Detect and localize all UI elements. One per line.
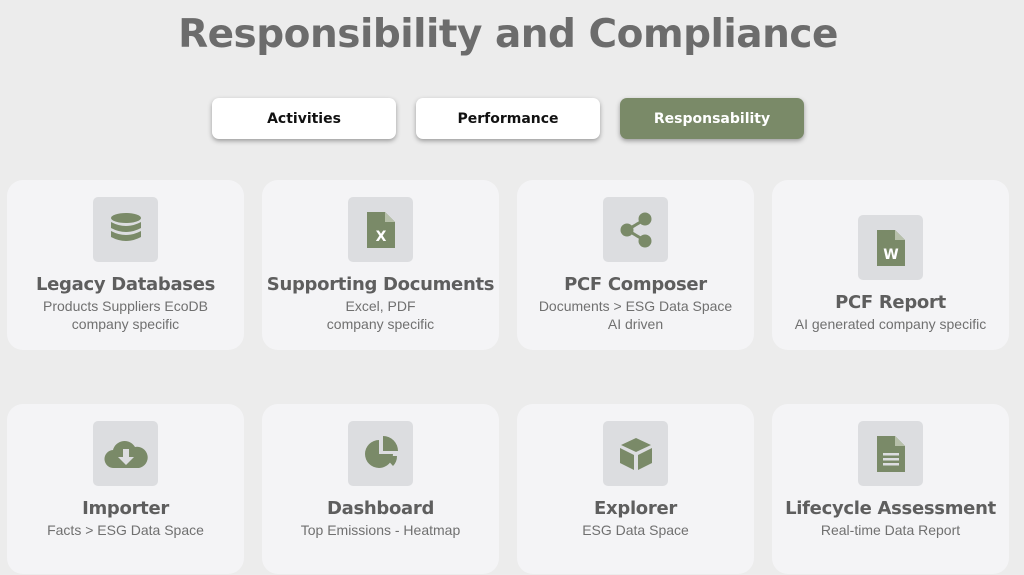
card-lifecycle-assessment[interactable]: Lifecycle Assessment Real-time Data Repo…	[772, 404, 1009, 574]
card-description: ESG Data Space	[582, 522, 689, 538]
pie-chart-icon	[348, 421, 413, 486]
database-icon	[93, 197, 158, 262]
card-description: company specific	[71, 316, 180, 332]
card-legacy-databases[interactable]: Legacy Databases Products Suppliers EcoD…	[7, 180, 244, 350]
card-title: Importer	[82, 498, 169, 519]
card-pcf-report[interactable]: W PCF Report AI generated company specif…	[772, 180, 1009, 350]
card-title: PCF Composer	[564, 274, 707, 295]
card-title: Supporting Documents	[266, 274, 495, 295]
share-nodes-icon	[603, 197, 668, 262]
svg-text:W: W	[883, 247, 898, 263]
tab-activities[interactable]: Activities	[212, 98, 396, 139]
document-icon	[858, 421, 923, 486]
tab-responsability[interactable]: Responsability	[620, 98, 804, 139]
card-pcf-composer[interactable]: PCF Composer Documents > ESG Data Space …	[517, 180, 754, 350]
card-description: AI driven	[607, 316, 664, 332]
card-title: Explorer	[594, 498, 677, 519]
card-description: Real-time Data Report	[820, 522, 961, 538]
card-description: company specific	[326, 316, 435, 332]
card-title: Legacy Databases	[35, 274, 216, 295]
cube-icon	[603, 421, 668, 486]
card-description: Top Emissions - Heatmap	[300, 522, 461, 538]
card-description: Products Suppliers EcoDB	[43, 298, 208, 314]
card-explorer[interactable]: Explorer ESG Data Space	[517, 404, 754, 574]
card-importer[interactable]: Importer Facts > ESG Data Space	[7, 404, 244, 574]
card-title: Dashboard	[326, 498, 435, 519]
tab-performance[interactable]: Performance	[416, 98, 600, 139]
card-description: Excel, PDF	[345, 298, 416, 314]
svg-text:X: X	[375, 229, 386, 245]
card-description: Facts > ESG Data Space	[47, 522, 204, 538]
excel-file-icon: X	[348, 197, 413, 262]
card-title: Lifecycle Assessment	[785, 498, 996, 519]
card-title: PCF Report	[835, 292, 946, 313]
card-description: AI generated company specific	[794, 316, 987, 332]
word-file-icon: W	[858, 215, 923, 280]
card-description: Documents > ESG Data Space	[538, 298, 733, 314]
cloud-download-icon	[93, 421, 158, 486]
page-title: Responsibility and Compliance	[178, 12, 838, 57]
card-supporting-documents[interactable]: X Supporting Documents Excel, PDF compan…	[262, 180, 499, 350]
card-dashboard[interactable]: Dashboard Top Emissions - Heatmap	[262, 404, 499, 574]
